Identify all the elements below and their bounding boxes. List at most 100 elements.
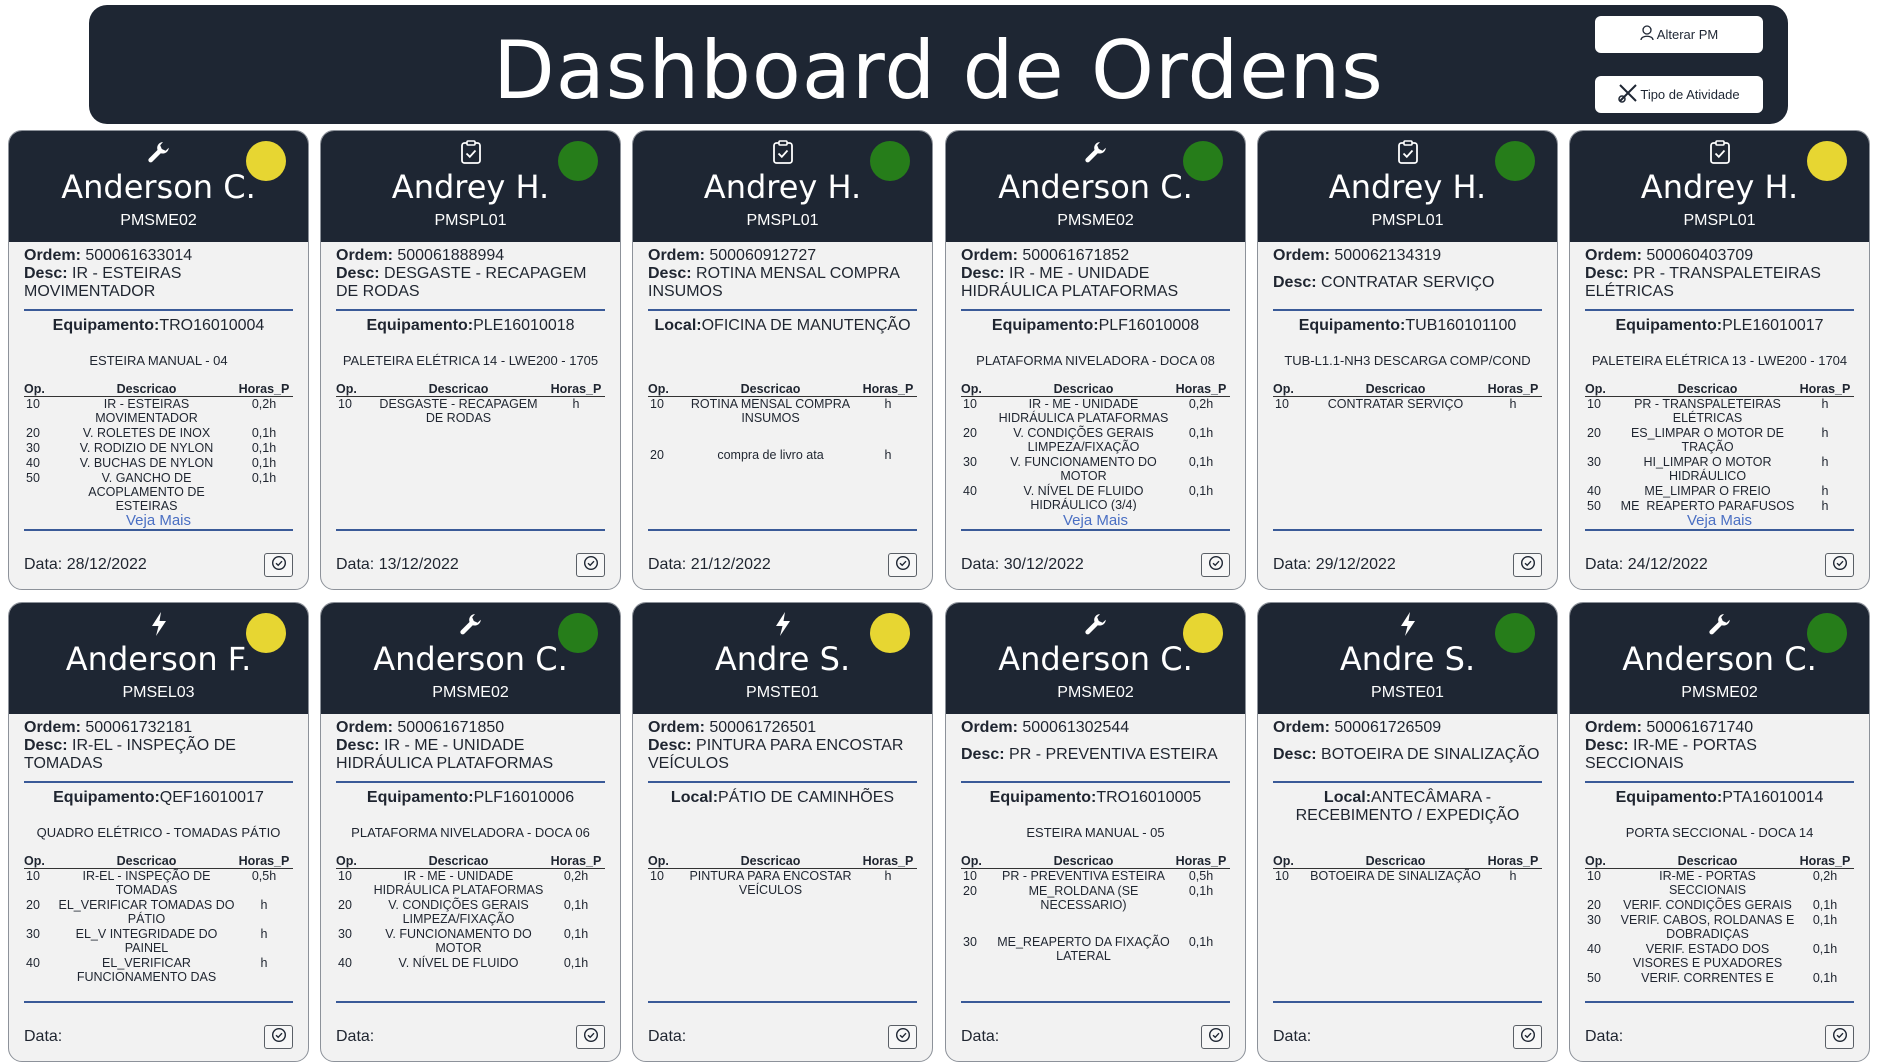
col-op-header: Op.: [1273, 383, 1307, 397]
operation-row: 20 V. ROLETES DE INOX 0,1h: [24, 426, 293, 441]
technician-code: PMSME02: [1057, 684, 1134, 701]
ordem-value: 500061726501: [709, 719, 817, 736]
order-description: Desc: IR-EL - INSPEÇÃO DE TOMADAS: [24, 737, 293, 773]
complete-order-button[interactable]: [264, 1025, 293, 1049]
op-number: 40: [26, 456, 40, 470]
technician-code: PMSTE01: [1371, 684, 1444, 701]
tipo-atividade-button[interactable]: Tipo de Atividade: [1595, 76, 1763, 113]
order-card[interactable]: Andre S. PMSTE01 Ordem: 500061726501 Desc: …: [632, 602, 933, 1062]
location-info: Equipamento:PLF16010006: [336, 789, 605, 825]
operations-table-wrapper[interactable]: Op. Descricao Horas_P 10 PR - PREVENTIVA EST…: [961, 841, 1230, 983]
complete-order-button[interactable]: [576, 1025, 605, 1049]
alterar-pm-button[interactable]: Alterar PM: [1595, 16, 1763, 53]
complete-order-button[interactable]: [1513, 1025, 1542, 1049]
technician-name: Anderson C.: [1622, 640, 1817, 678]
order-card[interactable]: Anderson C. PMSME02 Ordem: 500061302544 Des…: [945, 602, 1246, 1062]
alterar-pm-label: Alterar PM: [1656, 27, 1719, 42]
order-card[interactable]: Anderson C. PMSME02 Ordem: 500061633014 Des…: [8, 130, 309, 590]
op-description: VERIF. CABOS, ROLDANAS E DOBRADIÇAS: [1620, 913, 1795, 941]
operations-table: Op. Descricao Horas_P 10 IR - ME - UNIDADE H…: [336, 855, 605, 971]
order-card[interactable]: Anderson C. PMSME02 Ordem: 500061671740 Des…: [1569, 602, 1870, 1062]
equipment-description: PORTA SECCIONAL - DOCA 14: [1625, 825, 1814, 840]
order-description: Desc: PINTURA PARA ENCOSTAR VEÍCULOS: [648, 737, 917, 773]
op-hours: h: [260, 956, 268, 970]
ordem-label: Ordem:: [1585, 247, 1642, 264]
operations-table-wrapper[interactable]: Op. Descricao Horas_P 10 PR - TRANSPALETEIRA…: [1585, 369, 1854, 511]
check-circle-icon: [1208, 1027, 1224, 1048]
veja-mais-link[interactable]: Veja Mais: [24, 513, 293, 529]
order-card[interactable]: Andrey H. PMSPL01 Ordem: 500060403709 Desc:…: [1569, 130, 1870, 590]
order-card[interactable]: Anderson F. PMSEL03 Ordem: 500061732181 Des…: [8, 602, 309, 1062]
operations-table-wrapper[interactable]: Op. Descricao Horas_P 10 PINTURA PARA ENCOST…: [648, 841, 917, 983]
operations-table-wrapper[interactable]: Op. Descricao Horas_P 10 IR - ESTEIRAS MOVIM…: [24, 369, 293, 511]
data-label: Data:: [336, 556, 375, 573]
operations-table-wrapper[interactable]: Op. Descricao Horas_P 10 IR - ME - UNIDADE H…: [961, 369, 1230, 511]
op-number: 10: [1587, 397, 1601, 411]
operation-row: 10 IR - ME - UNIDADE HIDRÁULICA PLATAFORM…: [336, 869, 605, 899]
complete-order-button[interactable]: [264, 553, 293, 577]
ordem-value: 500061726509: [1334, 719, 1442, 736]
complete-order-button[interactable]: [888, 1025, 917, 1049]
operations-table-wrapper[interactable]: Op. Descricao Horas_P 10 IR-EL - INSPEÇÃO DE…: [24, 841, 293, 983]
divider: [336, 529, 605, 531]
order-card[interactable]: Andrey H. PMSPL01 Ordem: 500060912727 Desc:…: [632, 130, 933, 590]
divider: [1273, 781, 1542, 783]
operation-row: 20 ME_ROLDANA (SE NECESSARIO) 0,1h: [961, 884, 1230, 913]
complete-order-button[interactable]: [1201, 553, 1230, 577]
op-hours: 0,1h: [1812, 913, 1838, 927]
complete-order-button[interactable]: [1825, 553, 1854, 577]
complete-order-button[interactable]: [1825, 1025, 1854, 1049]
op-hours: 0,1h: [251, 471, 277, 485]
complete-order-button[interactable]: [1513, 553, 1542, 577]
order-card[interactable]: Andrey H. PMSPL01 Ordem: 500061888994 Desc:…: [320, 130, 621, 590]
equipment-description: PLATAFORMA NIVELADORA - DOCA 06: [351, 825, 590, 840]
operation-row: 30 VERIF. CABOS, ROLDANAS E DOBRADIÇAS 0,1…: [1585, 913, 1854, 942]
operation-row: 20 VERIF. CONDIÇÕES GERAIS 0,1h: [1585, 898, 1854, 913]
operation-row: 10 DESGASTE - RECAPAGEM DE RODAS h: [336, 397, 605, 427]
operation-row: 40 ME_LIMPAR O FREIO h: [1585, 484, 1854, 499]
op-hours: h: [1509, 869, 1517, 883]
order-card[interactable]: Andre S. PMSTE01 Ordem: 500061726509 Desc: …: [1257, 602, 1558, 1062]
op-hours: 0,1h: [1188, 455, 1214, 469]
operations-table-wrapper[interactable]: Op. Descricao Horas_P 10 IR - ME - UNIDADE H…: [336, 841, 605, 983]
check-circle-icon: [583, 555, 599, 576]
operations-table: Op. Descricao Horas_P 10 ROTINA MENSAL COMPR…: [648, 383, 917, 463]
technician-name: Andre S.: [1339, 640, 1476, 678]
card-footer: Data: 21/12/2022: [648, 551, 917, 579]
operations-table-wrapper[interactable]: Op. Descricao Horas_P 10 BOTOEIRA DE SINALIZ…: [1273, 841, 1542, 983]
op-description: EL_V INTEGRIDADE DO PAINEL: [75, 927, 218, 955]
op-hours: 0,1h: [1812, 942, 1838, 956]
op-description: PR - PREVENTIVA ESTEIRA: [1001, 869, 1165, 883]
technician-name: Andrey H.: [703, 168, 862, 206]
operations-table-wrapper[interactable]: Op. Descricao Horas_P 10 ROTINA MENSAL COMPR…: [648, 369, 917, 511]
order-card[interactable]: Anderson C. PMSME02 Ordem: 500061671850 Des…: [320, 602, 621, 1062]
operations-header-row: Op. Descricao Horas_P: [24, 855, 293, 869]
location-info: Equipamento:PLF16010008: [961, 317, 1230, 353]
veja-mais-link[interactable]: Veja Mais: [961, 513, 1230, 529]
col-horas-header: Horas_P: [1796, 855, 1854, 869]
veja-mais-link[interactable]: Veja Mais: [1585, 513, 1854, 529]
op-description: IR-ME - PORTAS SECCIONAIS: [1659, 869, 1756, 897]
divider: [961, 1001, 1230, 1003]
complete-order-button[interactable]: [576, 553, 605, 577]
card-header: Anderson C. PMSME02: [946, 603, 1245, 714]
col-descricao-header: Descricao: [1307, 855, 1484, 869]
operations-table-wrapper[interactable]: Op. Descricao Horas_P 10 CONTRATAR SERVIÇO h: [1273, 369, 1542, 511]
operation-row: 40 VERIF. ESTADO DOS VISORES E PUXADORES 0…: [1585, 942, 1854, 971]
complete-order-button[interactable]: [888, 553, 917, 577]
order-card[interactable]: Anderson C. PMSME02 Ordem: 500061671852 Des…: [945, 130, 1246, 590]
order-card[interactable]: Andrey H. PMSPL01 Ordem: 500062134319 Desc:…: [1257, 130, 1558, 590]
operations-table-wrapper[interactable]: Op. Descricao Horas_P 10 IR-ME - PORTAS SECC…: [1585, 841, 1854, 983]
operation-row: 30 ME_REAPERTO DA FIXAÇÃO LATERAL 0,1h: [961, 935, 1230, 964]
operations-table-wrapper[interactable]: Op. Descricao Horas_P 10 DESGASTE - RECAPAGE…: [336, 369, 605, 511]
op-number: 10: [650, 869, 664, 883]
operations-header-row: Op. Descricao Horas_P: [961, 383, 1230, 397]
op-description: PR - TRANSPALETEIRAS ELÉTRICAS: [1634, 397, 1781, 425]
col-descricao-header: Descricao: [682, 855, 859, 869]
complete-order-button[interactable]: [1201, 1025, 1230, 1049]
technician-name: Anderson C.: [998, 168, 1193, 206]
operation-row: 20 V. CONDIÇÕES GERAIS LIMPEZA/FIXAÇÃO 0,1…: [336, 898, 605, 927]
col-descricao-header: Descricao: [995, 383, 1172, 397]
ordem-value: 500061888994: [397, 247, 505, 264]
location-label: Equipamento:: [1615, 317, 1723, 334]
